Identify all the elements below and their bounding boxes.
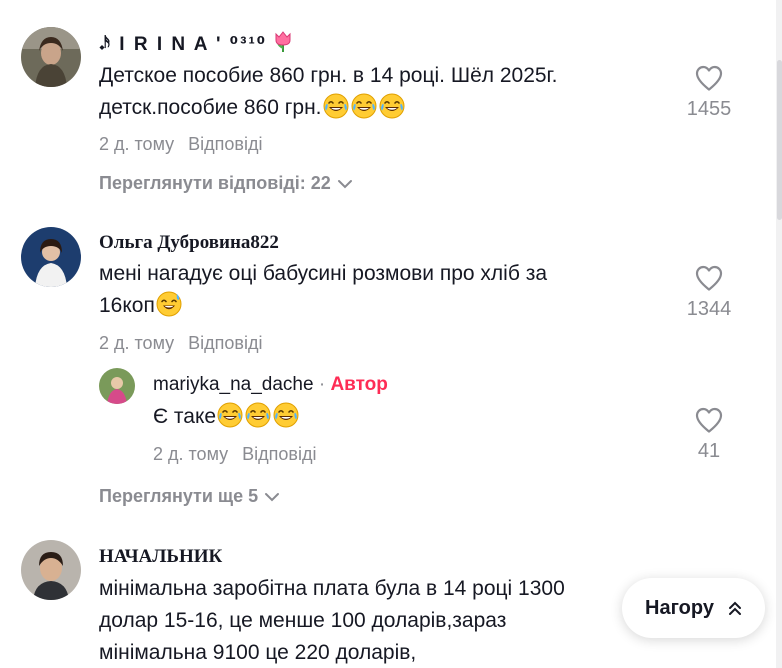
comment-text: мінімальна заробітна плата була в 14 роц… xyxy=(99,577,565,664)
sweat-smile-emoji xyxy=(156,291,182,317)
comment-username[interactable]: 𝆺𝅥𝅯 I R I N A ' ⁰³¹⁰ xyxy=(99,30,294,60)
chevron-down-icon xyxy=(337,180,352,189)
double-chevron-up-icon xyxy=(728,601,741,615)
comment-item: 𝆺𝅥𝅯 I R I N A ' ⁰³¹⁰ Детское пособие 860… xyxy=(0,0,782,210)
avatar[interactable] xyxy=(21,227,81,287)
comment-text: Детское пособие 860 грн. в 14 році. Шёл … xyxy=(99,64,558,119)
reply-button[interactable]: Відповіді xyxy=(188,333,262,353)
joy-emoji xyxy=(217,402,243,428)
comment-meta: 2 д. тому Відповіді xyxy=(99,333,263,354)
heart-icon xyxy=(694,64,724,92)
heart-icon xyxy=(694,406,724,434)
reply-author-name[interactable]: mariyka_na_dache xyxy=(153,374,314,395)
avatar[interactable] xyxy=(99,368,135,404)
chevron-down-icon xyxy=(265,493,280,502)
tulip-emoji xyxy=(272,30,294,60)
view-more-replies-button[interactable]: Переглянути ще 5 xyxy=(99,486,280,507)
reply-time: 2 д. тому xyxy=(153,444,229,464)
like-button[interactable]: 1455 xyxy=(674,64,744,121)
joy-emoji xyxy=(245,402,271,428)
heart-icon xyxy=(694,264,724,292)
like-count: 41 xyxy=(697,440,721,462)
comment-time: 2 д. тому xyxy=(99,134,175,154)
reply-button[interactable]: Відповіді xyxy=(242,444,316,464)
view-replies-button[interactable]: Переглянути відповіді: 22 xyxy=(99,173,353,194)
like-count: 1455 xyxy=(686,98,732,120)
joy-emoji xyxy=(323,93,349,119)
reply-button[interactable]: Відповіді xyxy=(188,134,262,154)
author-badge: Автор xyxy=(330,374,388,395)
reply-text: Є таке xyxy=(153,401,300,433)
scrollbar[interactable] xyxy=(776,0,782,668)
joy-emoji xyxy=(273,402,299,428)
comment-text: мені нагадує оці бабусині розмови про хл… xyxy=(99,262,548,317)
like-button[interactable]: 1344 xyxy=(674,264,744,321)
scroll-to-top-button[interactable]: Нагору xyxy=(622,578,765,638)
comment-time: 2 д. тому xyxy=(99,333,175,353)
reply-meta: 2 д. тому Відповіді xyxy=(153,444,317,465)
like-button[interactable]: 41 xyxy=(674,406,744,463)
scroll-to-top-label: Нагору xyxy=(645,596,714,619)
joy-emoji xyxy=(379,93,405,119)
scrollbar-thumb[interactable] xyxy=(777,60,782,220)
comment-username[interactable]: НАЧАЛЬНИК xyxy=(99,546,222,568)
avatar[interactable] xyxy=(21,27,81,87)
avatar[interactable] xyxy=(21,540,81,600)
joy-emoji xyxy=(351,93,377,119)
comment-meta: 2 д. тому Відповіді xyxy=(99,134,263,155)
like-count: 1344 xyxy=(686,298,732,320)
reply-username: mariyka_na_dache · Автор xyxy=(153,374,388,395)
comment-username[interactable]: Ольга Дубровина822 xyxy=(99,232,279,254)
comment-item: Ольга Дубровина822 мені нагадує оці бабу… xyxy=(0,210,782,530)
